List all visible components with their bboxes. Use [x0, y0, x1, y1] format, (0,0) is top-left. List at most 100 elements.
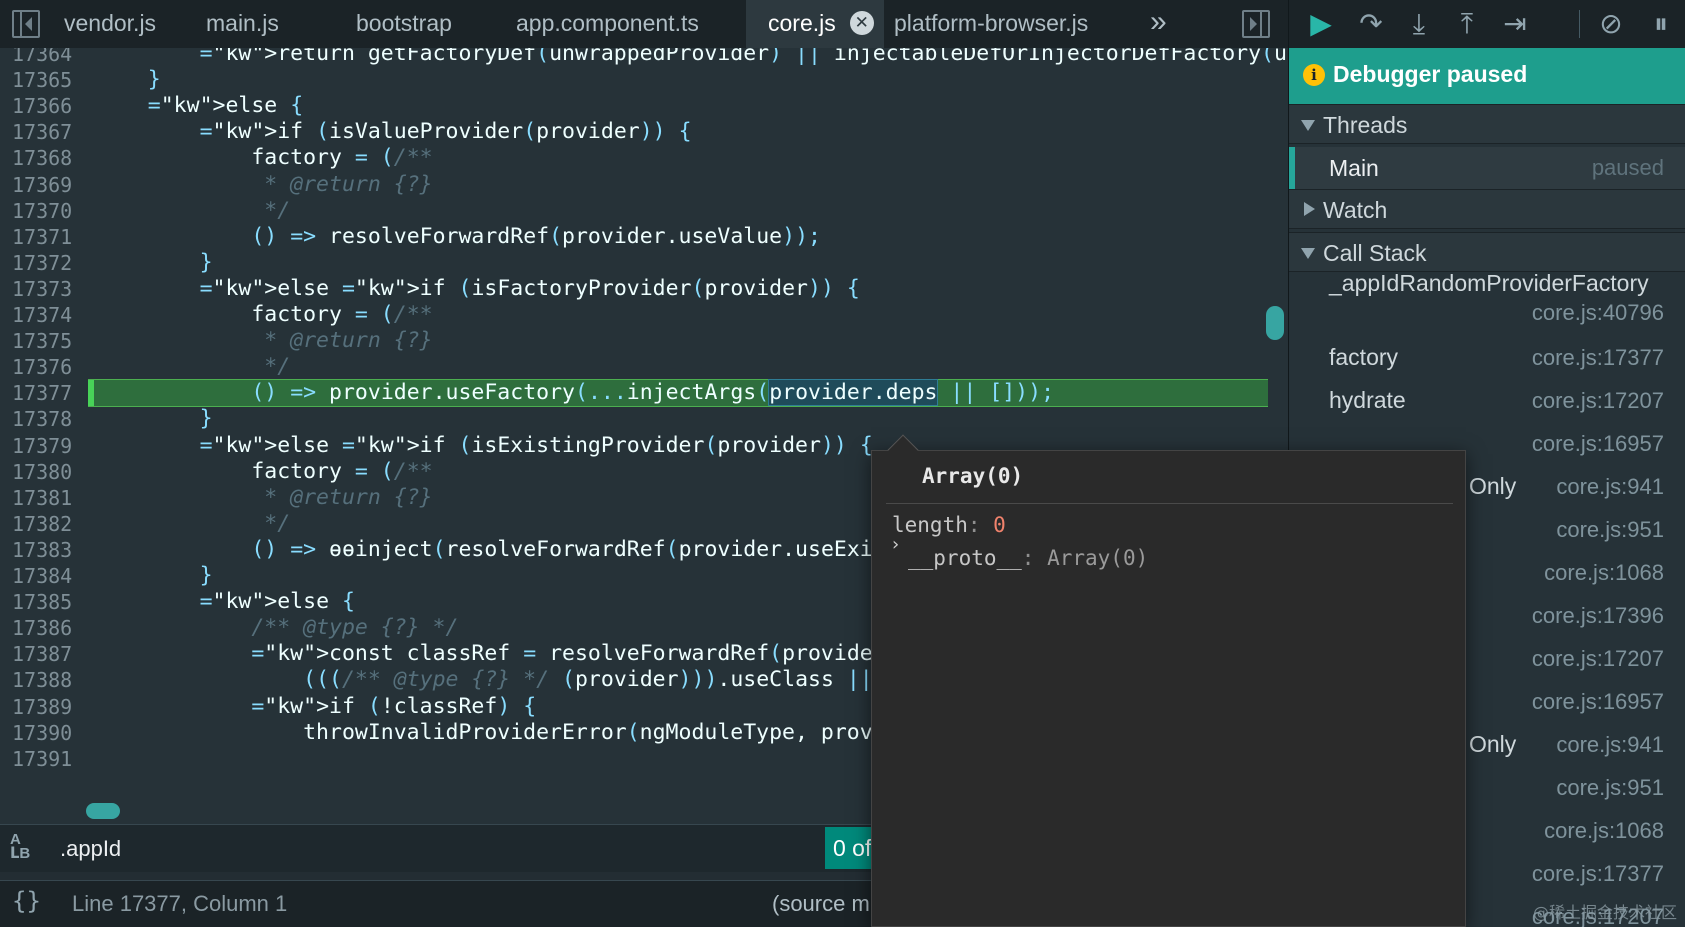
line-number[interactable]: 17374 — [12, 301, 84, 329]
pause-on-exceptions-icon[interactable]: ⏸ — [1643, 6, 1679, 42]
close-tab-icon[interactable]: ✕ — [849, 11, 874, 35]
expand-arrow-icon[interactable]: › — [890, 534, 901, 555]
line-number[interactable]: 17386 — [12, 614, 84, 642]
line-number[interactable]: 17371 — [12, 223, 84, 251]
code-line[interactable]: 17368 factory = (/** — [0, 144, 1288, 172]
source-map-info[interactable]: (source m — [772, 891, 870, 917]
value-preview-popup: Array(0) length: 0 › __proto__: Array(0) — [871, 434, 1466, 927]
step-icon[interactable]: ⇥ — [1497, 6, 1533, 42]
line-number[interactable]: 17388 — [12, 666, 84, 694]
code-line[interactable]: 17366 ="kw">else { — [0, 92, 1288, 120]
code-line[interactable]: 17369 * @return {?} — [0, 171, 1288, 199]
line-source: } — [199, 249, 213, 275]
code-line[interactable]: 17375 * @return {?} — [0, 327, 1288, 355]
match-case-icon[interactable]: A ᒪB — [10, 832, 30, 861]
line-source: ="kw">else ="kw">if (isFactoryProvider(p… — [199, 275, 860, 301]
frame-location: core.js:1068 — [1544, 560, 1664, 585]
line-number[interactable]: 17372 — [12, 249, 84, 277]
tab-vendor-js[interactable]: vendor.js — [42, 0, 178, 48]
code-line[interactable]: 17364 ="kw">return getFactoryDef(unwrapp… — [0, 48, 1288, 68]
line-source: ="kw">const classRef = resolveForwardRef… — [251, 641, 924, 667]
line-source: ="kw">else { — [147, 93, 304, 119]
proto-value: Array(0) — [1047, 546, 1149, 570]
editor-vertical-scrollbar[interactable] — [1266, 306, 1284, 340]
line-source: factory = (/** — [96, 302, 433, 327]
debugger-paused-banner: i Debugger paused — [1289, 48, 1685, 104]
line-number[interactable]: 17390 — [12, 719, 84, 747]
frame-location: core.js:17207 — [1531, 388, 1664, 413]
line-source: * @return {?} — [96, 171, 433, 197]
callstack-frame[interactable]: factory core.js:17377 — [1289, 338, 1685, 378]
threads-section-header[interactable]: Threads — [1289, 104, 1685, 144]
toolbar-divider — [1579, 10, 1580, 38]
toggle-debugger-pane-icon[interactable] — [1242, 10, 1270, 38]
chevron-double-right-icon[interactable]: » — [1150, 4, 1167, 40]
tab-platform-browser-js[interactable]: platform-browser.js — [872, 0, 1110, 48]
paused-code-line[interactable]: 17377 () => provider.useFactory(...injec… — [0, 379, 1288, 408]
code-line[interactable]: 17378 } — [0, 405, 1288, 433]
line-number[interactable]: 17369 — [12, 171, 84, 199]
line-number[interactable]: 17389 — [12, 693, 84, 721]
search-input[interactable] — [60, 833, 820, 865]
frame-location: core.js:941 — [1556, 732, 1664, 757]
line-number[interactable]: 17379 — [12, 432, 84, 460]
callstack-frame[interactable]: hydrate core.js:17207 — [1289, 381, 1685, 421]
line-number[interactable]: 17391 — [12, 745, 84, 773]
thread-item-main[interactable]: Main paused — [1289, 147, 1685, 189]
watch-section-header[interactable]: Watch — [1289, 189, 1685, 229]
debug-toolbar: ▶ ↷ ⤓ ⤒ ⇥ ⊘ ⏸ — [1289, 0, 1685, 48]
line-number[interactable]: 17387 — [12, 640, 84, 668]
line-source: (((/** @type {?} */ (provider))).useClas… — [303, 667, 873, 693]
frame-function-name: factory — [1329, 344, 1399, 370]
pretty-print-icon[interactable]: {} — [12, 887, 41, 915]
deactivate-breakpoints-icon[interactable]: ⊘ — [1593, 6, 1629, 42]
line-source: * @return {?} — [96, 484, 433, 510]
frame-location: core.js:17207 — [1531, 646, 1664, 671]
code-line[interactable]: 17372 } — [0, 249, 1288, 277]
tab-main-js[interactable]: main.js — [184, 0, 301, 48]
tab-bootstrap[interactable]: bootstrap — [334, 0, 474, 48]
tab-core-js[interactable]: core.js ✕ — [746, 0, 884, 48]
property-proto[interactable]: __proto__: Array(0) — [908, 546, 1148, 570]
line-number[interactable]: 17375 — [12, 327, 84, 355]
line-number[interactable]: 17377 — [12, 379, 84, 407]
code-line[interactable]: 17373 ="kw">else ="kw">if (isFactoryProv… — [0, 275, 1288, 303]
line-number[interactable]: 17364 — [12, 48, 84, 68]
line-number[interactable]: 17383 — [12, 536, 84, 564]
line-number[interactable]: 17382 — [12, 510, 84, 538]
line-number[interactable]: 17378 — [12, 405, 84, 433]
line-number[interactable]: 17385 — [12, 588, 84, 616]
line-number[interactable]: 17366 — [12, 92, 84, 120]
line-number[interactable]: 17384 — [12, 562, 84, 590]
resume-icon[interactable]: ▶ — [1303, 6, 1339, 42]
step-into-icon[interactable]: ⤓ — [1401, 6, 1437, 42]
code-line[interactable]: 17370 */ — [0, 197, 1288, 225]
line-number[interactable]: 17380 — [12, 458, 84, 486]
editor-horizontal-scrollbar[interactable] — [86, 803, 120, 819]
line-number[interactable]: 17368 — [12, 144, 84, 172]
line-source: } — [199, 406, 213, 432]
line-number[interactable]: 17376 — [12, 353, 84, 381]
callstack-frame[interactable]: _appIdRandomProviderFactory core.js:40796 — [1289, 264, 1685, 328]
line-number[interactable]: 17367 — [12, 118, 84, 146]
step-out-icon[interactable]: ⤒ — [1449, 6, 1485, 42]
code-line[interactable]: 17365 } — [0, 66, 1288, 94]
line-number[interactable]: 17373 — [12, 275, 84, 303]
line-source: ="kw">if (isValueProvider(provider)) { — [199, 119, 692, 145]
tab-app-component-ts[interactable]: app.component.ts — [494, 0, 721, 48]
editor-tab-bar: vendor.js main.js bootstrap app.componen… — [0, 0, 1288, 48]
code-line[interactable]: 17371 () => resolveForwardRef(provider.u… — [0, 223, 1288, 251]
cursor-position: Line 17377, Column 1 — [72, 891, 288, 916]
toggle-sources-sidebar-icon[interactable] — [12, 10, 40, 38]
code-line[interactable]: 17374 factory = (/** — [0, 301, 1288, 329]
line-source: factory = (/** — [96, 145, 433, 171]
step-over-icon[interactable]: ↷ — [1353, 6, 1389, 42]
frame-location: core.js:941 — [1556, 474, 1664, 499]
line-number[interactable]: 17370 — [12, 197, 84, 225]
code-line[interactable]: 17376 */ — [0, 353, 1288, 381]
code-line[interactable]: 17367 ="kw">if (isValueProvider(provider… — [0, 118, 1288, 146]
line-number[interactable]: 17365 — [12, 66, 84, 94]
line-source: ="kw">if (!classRef) { — [251, 693, 537, 719]
line-number[interactable]: 17381 — [12, 484, 84, 512]
frame-function-name: Only — [1469, 731, 1517, 757]
